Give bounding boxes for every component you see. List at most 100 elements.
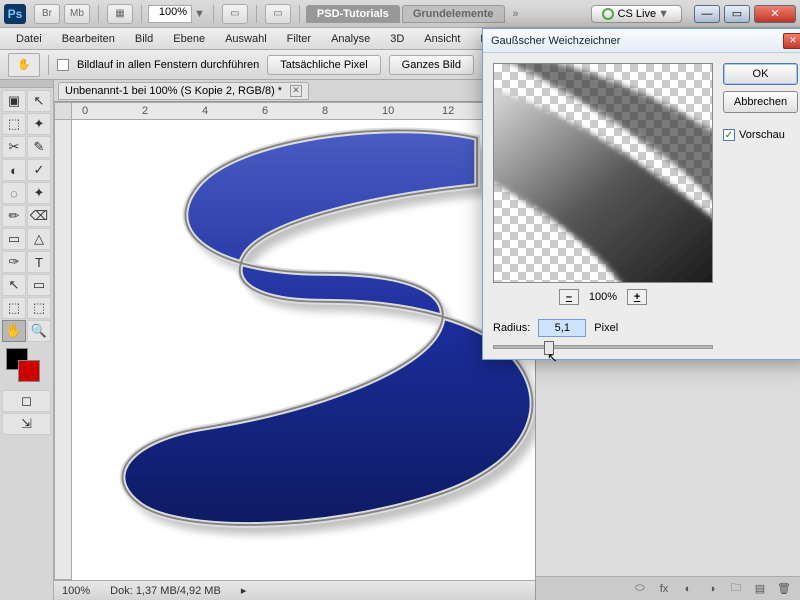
chevron-right-icon[interactable]: » [513,8,519,20]
tool-wand[interactable]: ✦ [27,113,51,135]
link-layers-icon[interactable]: ⬭ [632,582,648,595]
dialog-titlebar[interactable]: Gaußscher Weichzeichner ✕ [483,29,800,53]
ring-icon [602,8,614,20]
zoom-out-button[interactable]: – [559,289,579,305]
workspace-tab[interactable]: Grundelemente [402,5,505,23]
ruler-tick: 8 [322,105,328,117]
menu-analyse[interactable]: Analyse [321,30,380,48]
slider-handle[interactable] [544,341,554,355]
chevron-down-icon[interactable]: ▼ [192,8,207,20]
cancel-button[interactable]: Abbrechen [723,91,798,113]
scroll-all-label: Bildlauf in allen Fenstern durchführen [77,59,259,71]
preview-checkbox-row[interactable]: ✓ Vorschau [723,129,798,141]
ok-button[interactable]: OK [723,63,798,85]
menu-ansicht[interactable]: Ansicht [414,30,470,48]
tool-3d[interactable]: ⬚ [2,297,26,319]
zoom-in-button[interactable]: + [627,289,647,305]
arrange-docs-button[interactable]: ▭ [222,4,248,24]
adjustment-icon[interactable]: ◑ [704,583,720,595]
document-title: Unbenannt-1 bei 100% (S Kopie 2, RGB/8) … [65,85,282,97]
separator [213,5,214,23]
dialog-left: – 100% + Radius: Pixel ↖ [493,63,713,349]
quickmask-button[interactable]: ◻ [2,390,51,412]
tool-eraser[interactable]: ✏ [2,205,26,227]
menu-datei[interactable]: Datei [6,30,52,48]
new-layer-icon[interactable]: ▤ [752,582,768,595]
tool-eyedropper[interactable]: ✎ [27,136,51,158]
tool-blur[interactable]: ▭ [2,228,26,250]
ruler-vertical[interactable] [54,120,72,580]
preview-box[interactable] [493,63,713,283]
minibridge-button[interactable]: Mb [64,4,90,24]
document-tab[interactable]: Unbenannt-1 bei 100% (S Kopie 2, RGB/8) … [58,82,309,100]
menu-3d[interactable]: 3D [380,30,414,48]
tool-history-brush[interactable]: ✦ [27,182,51,204]
ruler-corner[interactable] [54,102,72,120]
screenmode-button[interactable]: ▭ [265,4,291,24]
menu-filter[interactable]: Filter [277,30,321,48]
zoom-input[interactable]: 100% [148,5,192,23]
preview-checkbox-label: Vorschau [739,129,785,141]
tool-type[interactable]: T [27,251,51,273]
canvas[interactable] [72,120,535,580]
toolbox-grip[interactable] [0,80,53,88]
quickmask: ◻ ⇲ [0,388,53,437]
tool-heal[interactable]: ◐ [2,159,26,181]
scroll-all-checkbox[interactable] [57,59,69,71]
radius-input[interactable] [538,319,586,337]
tool-stamp[interactable]: ◌ [2,182,26,204]
actual-pixels-button[interactable]: Tatsächliche Pixel [267,55,380,75]
tool-brush[interactable]: ✓ [27,159,51,181]
tool-path-select[interactable]: ↖ [2,274,26,296]
menu-ebene[interactable]: Ebene [163,30,215,48]
screenmode-tool[interactable]: ⇲ [2,413,51,435]
ruler-tick: 6 [262,105,268,117]
minimize-button[interactable]: — [694,5,720,23]
tool-lasso[interactable]: ⬚ [2,113,26,135]
bridge-button[interactable]: Br [34,4,60,24]
menu-bild[interactable]: Bild [125,30,163,48]
close-tab-icon[interactable]: ✕ [290,85,302,97]
tool-zoom[interactable]: 🔍 [27,320,51,342]
tool-move[interactable]: ▣ [2,90,26,112]
tool-hand[interactable]: ✋ [2,320,26,342]
layers-footer: ⬭ fx ◐ ◑ 🗀 ▤ 🗑 [536,576,800,600]
fit-screen-button[interactable]: Ganzes Bild [389,55,474,75]
background-color[interactable] [18,360,40,382]
mask-icon[interactable]: ◐ [680,583,696,595]
chevron-down-icon: ▼ [656,8,671,20]
separator [48,55,49,75]
view-extras-button[interactable]: ▦ [107,4,133,24]
trash-icon[interactable]: 🗑 [776,582,792,595]
tool-shape[interactable]: ▭ [27,274,51,296]
menu-auswahl[interactable]: Auswahl [215,30,277,48]
tool-3d-camera[interactable]: ⬚ [27,297,51,319]
cs-live-button[interactable]: CS Live ▼ [591,5,682,23]
separator [299,5,300,23]
ruler-horizontal[interactable]: 0 2 4 6 8 10 12 14 [72,102,535,120]
status-docinfo[interactable]: Dok: 1,37 MB/4,92 MB [110,585,221,597]
tool-gradient[interactable]: ⌫ [27,205,51,227]
preview-zoom-value: 100% [589,291,617,303]
folder-icon[interactable]: 🗀 [728,579,744,598]
menu-bearbeiten[interactable]: Bearbeiten [52,30,125,48]
close-button[interactable]: ✕ [754,5,796,23]
tool-crop[interactable]: ✂ [2,136,26,158]
maximize-button[interactable]: ▭ [724,5,750,23]
app-titlebar: Ps Br Mb ▦ 100% ▼ ▭ ▭ PSD-Tutorials Grun… [0,0,800,28]
status-zoom[interactable]: 100% [62,585,90,597]
zoom-level[interactable]: 100% ▼ [148,5,207,23]
tool-pen[interactable]: ✑ [2,251,26,273]
radius-slider[interactable]: ↖ [493,345,713,349]
status-arrow-icon[interactable]: ▸ [241,584,247,597]
dialog-close-icon[interactable]: ✕ [783,33,800,49]
canvas-artwork [72,120,535,580]
workspace-tab-active[interactable]: PSD-Tutorials [306,5,400,23]
current-tool-icon[interactable]: ✋ [8,53,40,77]
tool-dodge[interactable]: △ [27,228,51,250]
tool-select[interactable]: ↖ [27,90,51,112]
radius-row: Radius: Pixel [493,319,713,337]
preview-checkbox[interactable]: ✓ [723,129,735,141]
fx-menu-icon[interactable]: fx [656,583,672,595]
canvas-row [54,120,535,580]
